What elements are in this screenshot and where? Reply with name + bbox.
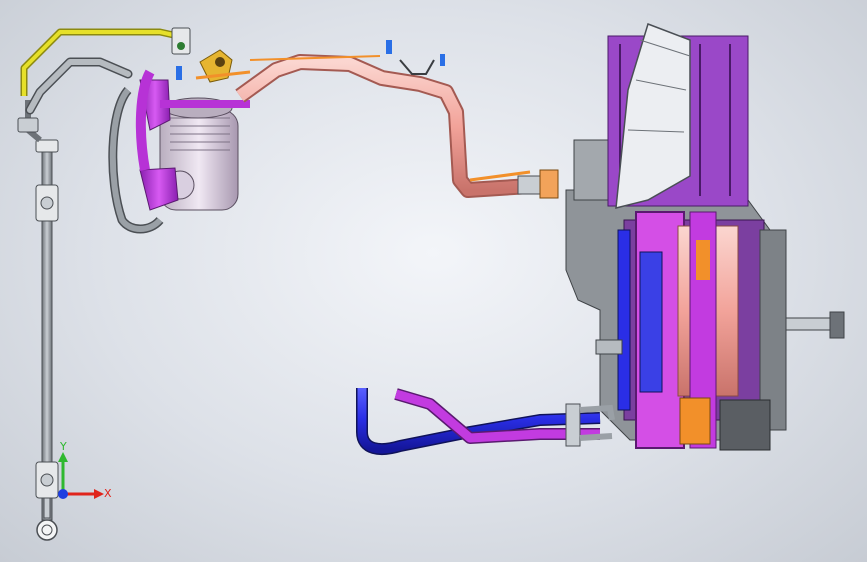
liquid-line-assembly[interactable] (17, 100, 59, 541)
heater-hoses[interactable] (356, 388, 615, 455)
coordinate-triad-icon (58, 452, 104, 499)
triad-y-label: Y (60, 440, 67, 453)
ac-compressor[interactable] (135, 69, 250, 211)
triad-x-label: X (104, 487, 112, 500)
z-axis-dot (58, 489, 68, 499)
hvac-module-housing[interactable] (565, 23, 845, 451)
discharge-hose[interactable] (235, 40, 559, 199)
cad-model-view[interactable] (0, 0, 867, 562)
pressure-switch-fitting[interactable] (176, 49, 251, 83)
cad-graphics-area[interactable]: Y X (0, 0, 867, 562)
